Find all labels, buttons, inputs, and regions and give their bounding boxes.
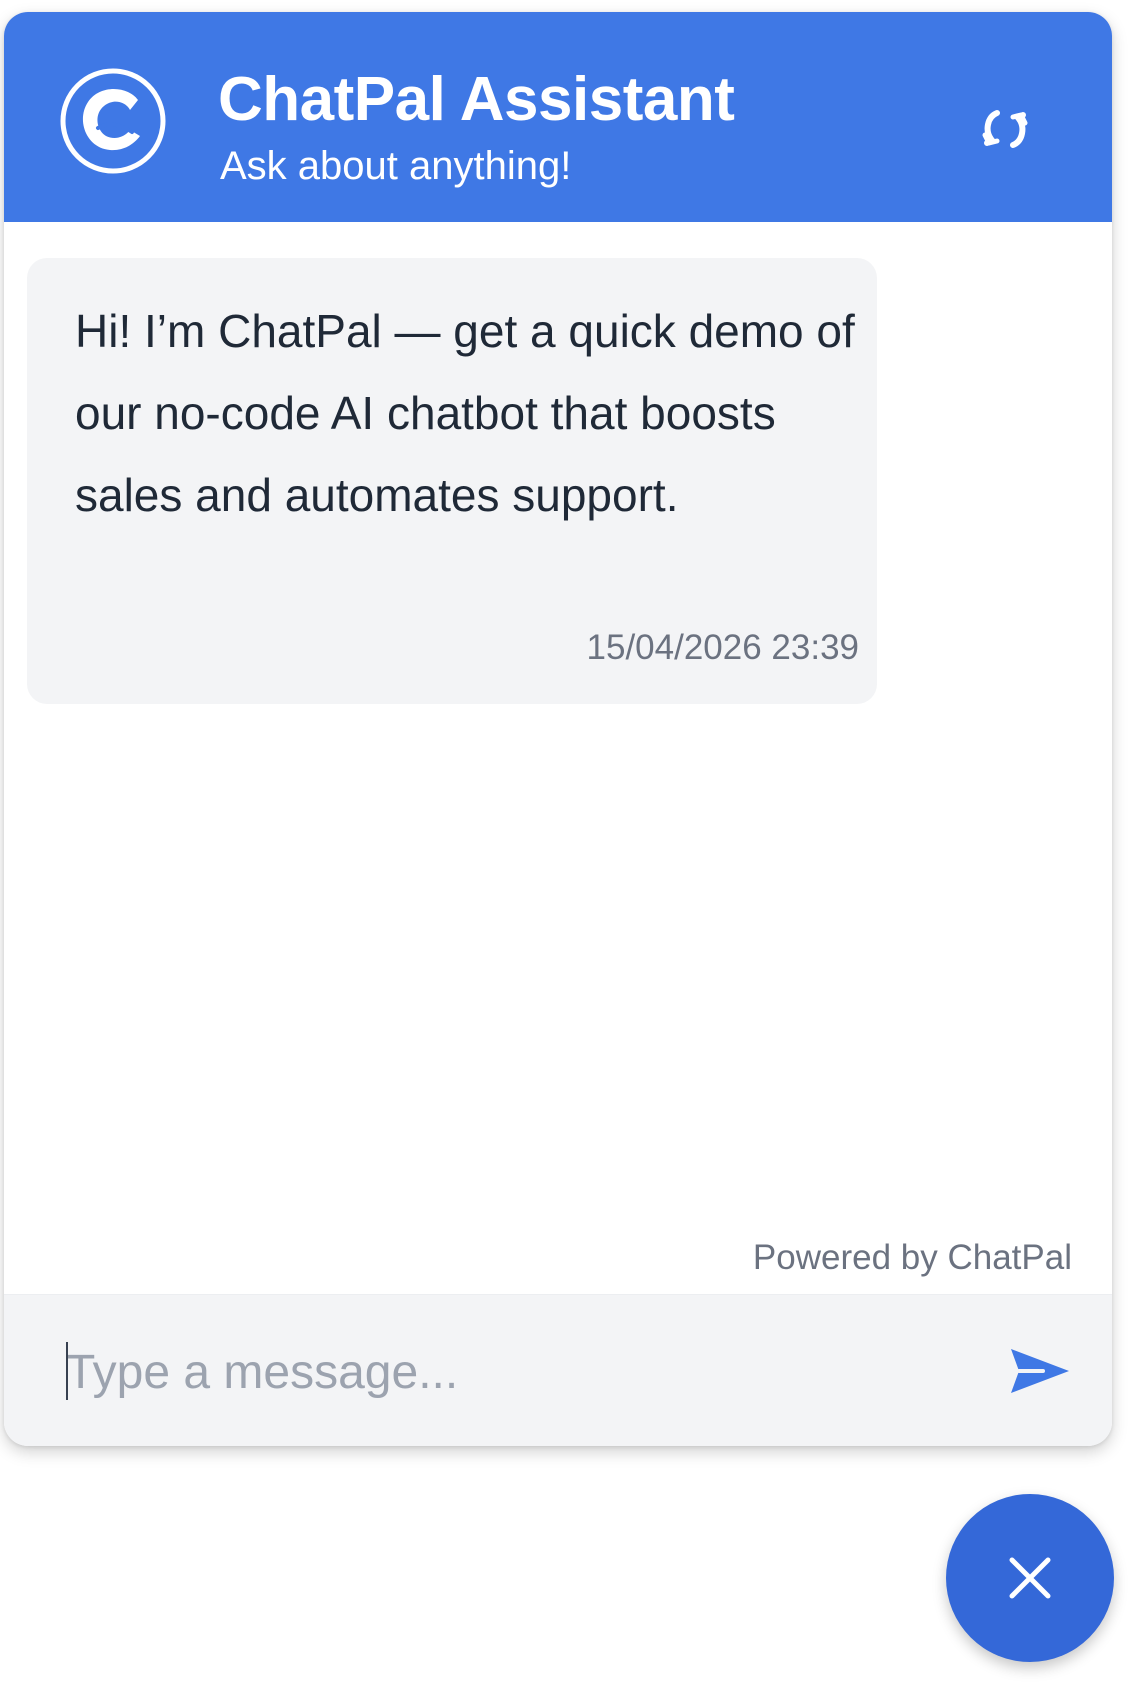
send-icon <box>1011 1349 1069 1393</box>
message-list: Hi! I’m ChatPal — get a quick demo of ou… <box>4 222 1112 1294</box>
powered-by-label: Powered by ChatPal <box>752 1238 1072 1277</box>
refresh-icon <box>982 110 1028 148</box>
message-timestamp: 15/04/2026 23:39 <box>586 628 859 667</box>
close-icon <box>1009 1557 1051 1599</box>
page: ChatPal Assistant Ask about anything! Hi… <box>0 0 1128 1683</box>
message-composer <box>4 1294 1112 1446</box>
chat-header: ChatPal Assistant Ask about anything! <box>4 12 1112 222</box>
chat-subtitle: Ask about anything! <box>220 144 572 188</box>
chat-title: ChatPal Assistant <box>218 65 735 134</box>
chat-widget: ChatPal Assistant Ask about anything! Hi… <box>4 12 1112 1446</box>
text-caret <box>66 1342 68 1400</box>
message-text: Hi! I’m ChatPal — get a quick demo of ou… <box>75 305 855 521</box>
close-chat-button[interactable] <box>946 1494 1114 1662</box>
chatpal-logo-icon <box>58 66 168 176</box>
send-button[interactable] <box>1008 1342 1072 1400</box>
bot-message-bubble: Hi! I’m ChatPal — get a quick demo of ou… <box>27 258 877 704</box>
message-input[interactable] <box>66 1335 966 1409</box>
refresh-button[interactable] <box>970 94 1040 164</box>
